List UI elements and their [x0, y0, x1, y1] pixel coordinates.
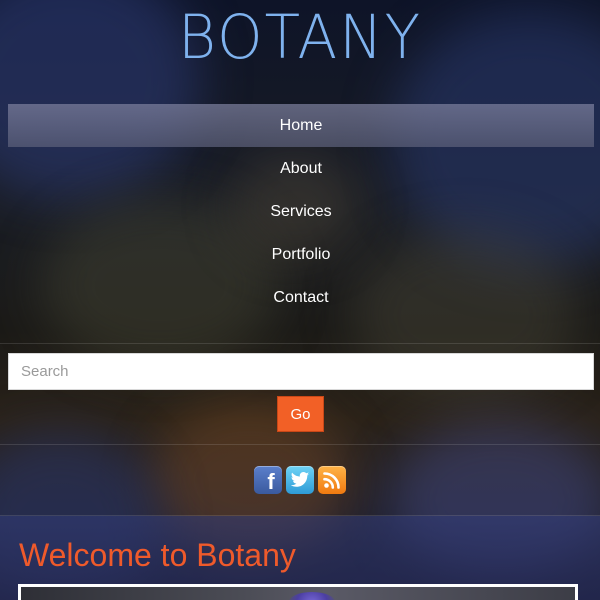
site-logo[interactable]: BOTANY: [0, 0, 600, 74]
go-button[interactable]: Go: [277, 396, 324, 432]
nav-item-services[interactable]: Services: [8, 190, 594, 233]
facebook-icon[interactable]: f: [254, 466, 282, 494]
flower-image-detail: [289, 592, 335, 600]
social-links: f: [254, 466, 346, 494]
nav-item-portfolio[interactable]: Portfolio: [8, 233, 594, 276]
nav-item-about[interactable]: About: [8, 147, 594, 190]
nav-item-contact[interactable]: Contact: [8, 276, 594, 319]
divider: [0, 444, 600, 445]
divider: [0, 343, 600, 344]
twitter-icon[interactable]: [286, 466, 314, 494]
nav-item-home[interactable]: Home: [8, 104, 594, 147]
welcome-title: Welcome to Botany: [19, 537, 296, 573]
featured-image: [18, 584, 578, 600]
rss-icon[interactable]: [318, 466, 346, 494]
search-input[interactable]: [8, 353, 594, 390]
main-navigation: Home About Services Portfolio Contact: [8, 104, 594, 319]
